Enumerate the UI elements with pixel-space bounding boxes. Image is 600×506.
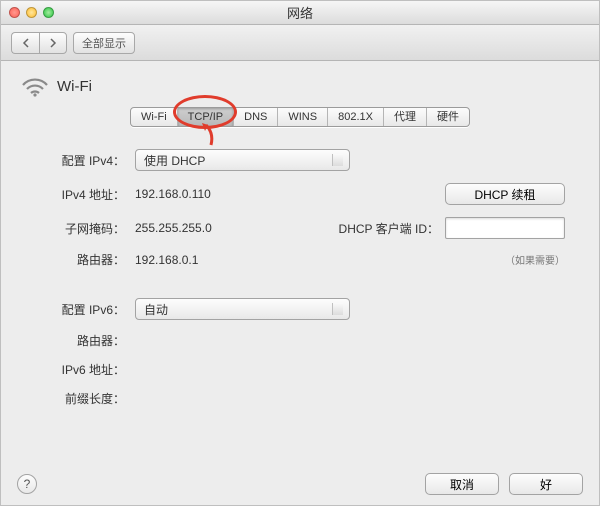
service-header: Wi-Fi	[19, 71, 581, 109]
tab-wins[interactable]: WINS	[278, 108, 328, 126]
tab-[interactable]: 硬件	[427, 108, 469, 126]
chevron-updown-icon: ▲▼	[334, 153, 341, 167]
dhcp-client-id-input[interactable]	[445, 217, 565, 239]
service-name: Wi-Fi	[57, 78, 92, 95]
subnet-label: 子网掩码：	[35, 220, 129, 237]
forward-button[interactable]	[39, 32, 67, 54]
ipv6-addr-label: IPv6 地址：	[35, 361, 129, 378]
tab-tcpip[interactable]: TCP/IP	[178, 108, 234, 126]
window-title: 网络	[1, 3, 599, 22]
dhcp-renew-button[interactable]: DHCP 续租	[445, 183, 565, 205]
tab-dns[interactable]: DNS	[234, 108, 278, 126]
show-all-button[interactable]: 全部显示	[73, 32, 135, 54]
ipv4-addr-label: IPv4 地址：	[35, 186, 129, 203]
wifi-icon	[21, 75, 49, 97]
config-ipv4-select[interactable]: 使用 DHCP ▲▼	[135, 149, 350, 171]
dhcp-hint: （如果需要）	[375, 252, 565, 267]
config-ipv4-label: 配置 IPv4：	[35, 152, 129, 169]
config-ipv6-select[interactable]: 自动 ▲▼	[135, 298, 350, 320]
help-button[interactable]: ?	[17, 474, 37, 494]
footer: ? 取消 好	[17, 473, 583, 495]
subnet-value: 255.255.255.0	[135, 221, 369, 235]
config-ipv6-value: 自动	[144, 301, 168, 318]
back-button[interactable]	[11, 32, 39, 54]
router-label: 路由器：	[35, 251, 129, 268]
tab-8021x[interactable]: 802.1X	[328, 108, 384, 126]
cancel-button[interactable]: 取消	[425, 473, 499, 495]
toolbar: 全部显示	[1, 25, 599, 61]
router6-label: 路由器：	[35, 332, 129, 349]
navigation-arrows	[11, 32, 67, 54]
tab-bar: Wi-FiTCP/IPDNSWINS802.1X代理硬件	[19, 107, 581, 127]
config-ipv4-value: 使用 DHCP	[144, 152, 205, 169]
ipv4-addr-value: 192.168.0.110	[135, 187, 369, 201]
chevron-updown-icon: ▲▼	[334, 302, 341, 316]
config-ipv6-label: 配置 IPv6：	[35, 301, 129, 318]
prefix-label: 前缀长度：	[35, 390, 129, 407]
tab-wifi[interactable]: Wi-Fi	[131, 108, 178, 126]
titlebar: 网络	[1, 1, 599, 25]
router-value: 192.168.0.1	[135, 253, 369, 267]
tab-[interactable]: 代理	[384, 108, 427, 126]
content-area: Wi-Fi Wi-FiTCP/IPDNSWINS802.1X代理硬件 配置 IP…	[1, 61, 599, 417]
dhcp-client-id-label: DHCP 客户端 ID：	[339, 220, 439, 237]
ok-button[interactable]: 好	[509, 473, 583, 495]
tcpip-panel: 配置 IPv4： 使用 DHCP ▲▼ IPv4 地址： 192.168.0.1…	[19, 135, 581, 407]
network-prefs-window: 网络 全部显示 Wi-Fi Wi-FiTCP	[0, 0, 600, 506]
